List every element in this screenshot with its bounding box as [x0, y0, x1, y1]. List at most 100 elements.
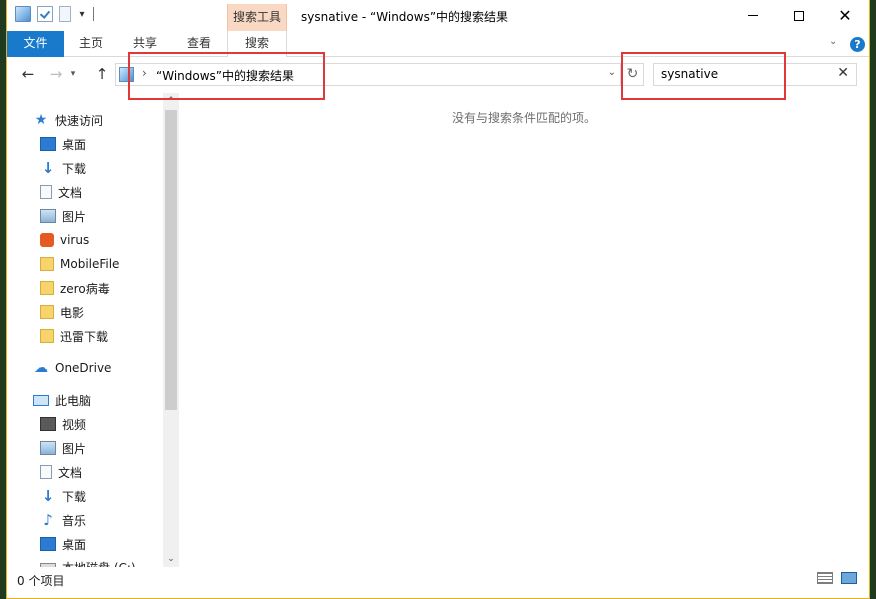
refresh-icon[interactable]: ↻: [622, 63, 644, 86]
clear-search-icon[interactable]: ✕: [837, 65, 849, 81]
explorer-app-icon[interactable]: [15, 6, 31, 22]
sidebar-item-movies[interactable]: 电影: [40, 301, 84, 323]
sidebar-item-label: 桌面: [62, 537, 87, 552]
sidebar-item-label: 快速访问: [55, 113, 104, 128]
close-icon: ✕: [838, 5, 852, 25]
address-bar[interactable]: › “Windows”中的搜索结果 ⌄: [115, 63, 621, 86]
close-button[interactable]: ✕: [822, 0, 868, 31]
folder-icon: [40, 281, 54, 295]
back-arrow-icon[interactable]: ←: [17, 64, 39, 84]
sidebar-item-zero-virus[interactable]: zero病毒: [40, 277, 110, 299]
tab-file[interactable]: 文件: [7, 31, 64, 57]
sidebar-item-label: 桌面: [62, 137, 87, 152]
sidebar-item-virus[interactable]: virus 📌︎: [40, 229, 170, 251]
desktop-icon: [40, 137, 56, 151]
sidebar-item-music[interactable]: ♪ 音乐: [40, 509, 86, 531]
pictures-icon: [40, 441, 56, 455]
maximize-icon: [794, 10, 804, 21]
up-arrow-icon[interactable]: ↑: [91, 64, 113, 84]
file-list-area[interactable]: 没有与搜索条件匹配的项。: [179, 93, 869, 567]
folder-icon: [40, 305, 54, 319]
sidebar-item-downloads[interactable]: ↓ 下载 📌︎: [40, 157, 170, 179]
recent-locations-chevron-icon[interactable]: ▾: [67, 64, 79, 84]
toolbar-divider: [93, 7, 94, 21]
navigation-pane-scrollbar[interactable]: ⌃ ⌄: [163, 93, 179, 567]
details-view-icon[interactable]: [817, 572, 833, 584]
maximize-button[interactable]: [776, 0, 822, 31]
scrollbar-thumb[interactable]: [165, 110, 177, 410]
customize-toolbar-chevron-icon[interactable]: ▾: [77, 9, 87, 20]
computer-icon: [33, 394, 49, 406]
star-icon: ★: [34, 112, 48, 128]
status-bar: 0 个项目: [7, 567, 869, 591]
sidebar-item-label: 迅雷下载: [60, 329, 109, 344]
sidebar-item-pc-documents[interactable]: 文档: [40, 461, 82, 483]
sidebar-item-label: 电影: [60, 305, 85, 320]
sidebar-item-label: zero病毒: [60, 281, 110, 296]
forward-arrow-icon[interactable]: →: [45, 64, 67, 84]
address-path[interactable]: “Windows”中的搜索结果: [156, 67, 294, 84]
address-history-dropdown-icon[interactable]: ⌄: [608, 67, 616, 78]
sidebar-item-mobilefile[interactable]: MobileFile: [40, 253, 119, 275]
minimize-icon: [748, 15, 758, 16]
sidebar-item-label: 视频: [62, 417, 87, 432]
large-icons-view-icon[interactable]: [841, 572, 857, 584]
desktop-icon: [40, 537, 56, 551]
download-icon: ↓: [41, 487, 55, 505]
sidebar-item-label: 文档: [58, 465, 83, 480]
help-icon[interactable]: ?: [850, 37, 865, 52]
contextual-tab-group-label: 搜索工具: [227, 4, 287, 31]
sidebar-item-documents[interactable]: 文档 📌︎: [40, 181, 170, 203]
sidebar-item-label: 下载: [62, 161, 87, 176]
expand-ribbon-chevron-icon[interactable]: ⌄: [829, 36, 837, 47]
navigation-pane: ★ 快速访问 桌面 📌︎ ↓ 下载 📌︎ 文档 📌︎ 图片 📌︎ virus 📌…: [7, 93, 179, 567]
sidebar-item-label: MobileFile: [60, 257, 120, 271]
onedrive-cloud-icon: ☁: [34, 360, 48, 376]
sidebar-item-label: 本地磁盘 (C:): [62, 559, 136, 568]
document-icon: [40, 185, 52, 199]
sidebar-item-label: virus: [60, 233, 90, 247]
window-title: sysnative - “Windows”中的搜索结果: [301, 10, 509, 24]
download-icon: ↓: [41, 159, 55, 177]
sidebar-item-pc-downloads[interactable]: ↓ 下载: [40, 485, 86, 507]
ribbon-tabs: 文件 主页 共享 查看 搜索: [7, 31, 869, 58]
sidebar-item-desktop[interactable]: 桌面 📌︎: [40, 133, 170, 155]
sidebar-item-label: 文档: [58, 185, 83, 200]
tab-home[interactable]: 主页: [67, 31, 115, 57]
sidebar-item-pc-pictures[interactable]: 图片: [40, 437, 86, 459]
scroll-up-chevron-icon[interactable]: ⌃: [163, 93, 179, 109]
breadcrumb-chevron-icon[interactable]: ›: [142, 66, 147, 80]
sidebar-item-this-pc[interactable]: 此电脑: [33, 389, 91, 411]
sidebar-item-videos[interactable]: 视频: [40, 413, 86, 435]
title-bar: ▾ 搜索工具 sysnative - “Windows”中的搜索结果 ✕: [7, 0, 869, 31]
sidebar-item-label: 下载: [62, 489, 87, 504]
new-folder-icon[interactable]: [59, 6, 71, 22]
sidebar-item-label: OneDrive: [55, 361, 112, 375]
sidebar-item-local-disk-c[interactable]: 本地磁盘 (C:): [40, 556, 136, 567]
navigation-bar: ← → ▾ ↑ › “Windows”中的搜索结果 ⌄ ↻ sysnative …: [7, 57, 869, 93]
minimize-button[interactable]: [730, 0, 776, 31]
tab-view[interactable]: 查看: [175, 31, 223, 57]
virus-folder-icon: [40, 233, 54, 247]
tab-search[interactable]: 搜索: [227, 31, 287, 58]
search-box[interactable]: sysnative ✕: [653, 63, 857, 86]
pictures-icon: [40, 209, 56, 223]
music-icon: ♪: [43, 511, 53, 529]
search-input[interactable]: sysnative: [661, 67, 718, 81]
search-results-location-icon: [119, 67, 134, 82]
scroll-down-chevron-icon[interactable]: ⌄: [163, 551, 179, 567]
sidebar-item-label: 图片: [62, 209, 87, 224]
explorer-window: ▾ 搜索工具 sysnative - “Windows”中的搜索结果 ✕ 文件 …: [6, 0, 870, 599]
sidebar-item-label: 此电脑: [55, 393, 92, 408]
tab-share[interactable]: 共享: [121, 31, 169, 57]
sidebar-item-pictures[interactable]: 图片 📌︎: [40, 205, 170, 227]
videos-icon: [40, 417, 56, 431]
item-count: 0 个项目: [17, 574, 65, 588]
sidebar-item-quick-access[interactable]: ★ 快速访问: [33, 109, 103, 131]
sidebar-item-onedrive[interactable]: ☁ OneDrive: [33, 357, 111, 379]
document-icon: [40, 465, 52, 479]
sidebar-item-pc-desktop[interactable]: 桌面: [40, 533, 86, 555]
sidebar-item-xunlei-downloads[interactable]: 迅雷下载: [40, 325, 108, 347]
quick-access-toolbar: ▾: [15, 6, 94, 22]
properties-icon[interactable]: [37, 6, 53, 22]
